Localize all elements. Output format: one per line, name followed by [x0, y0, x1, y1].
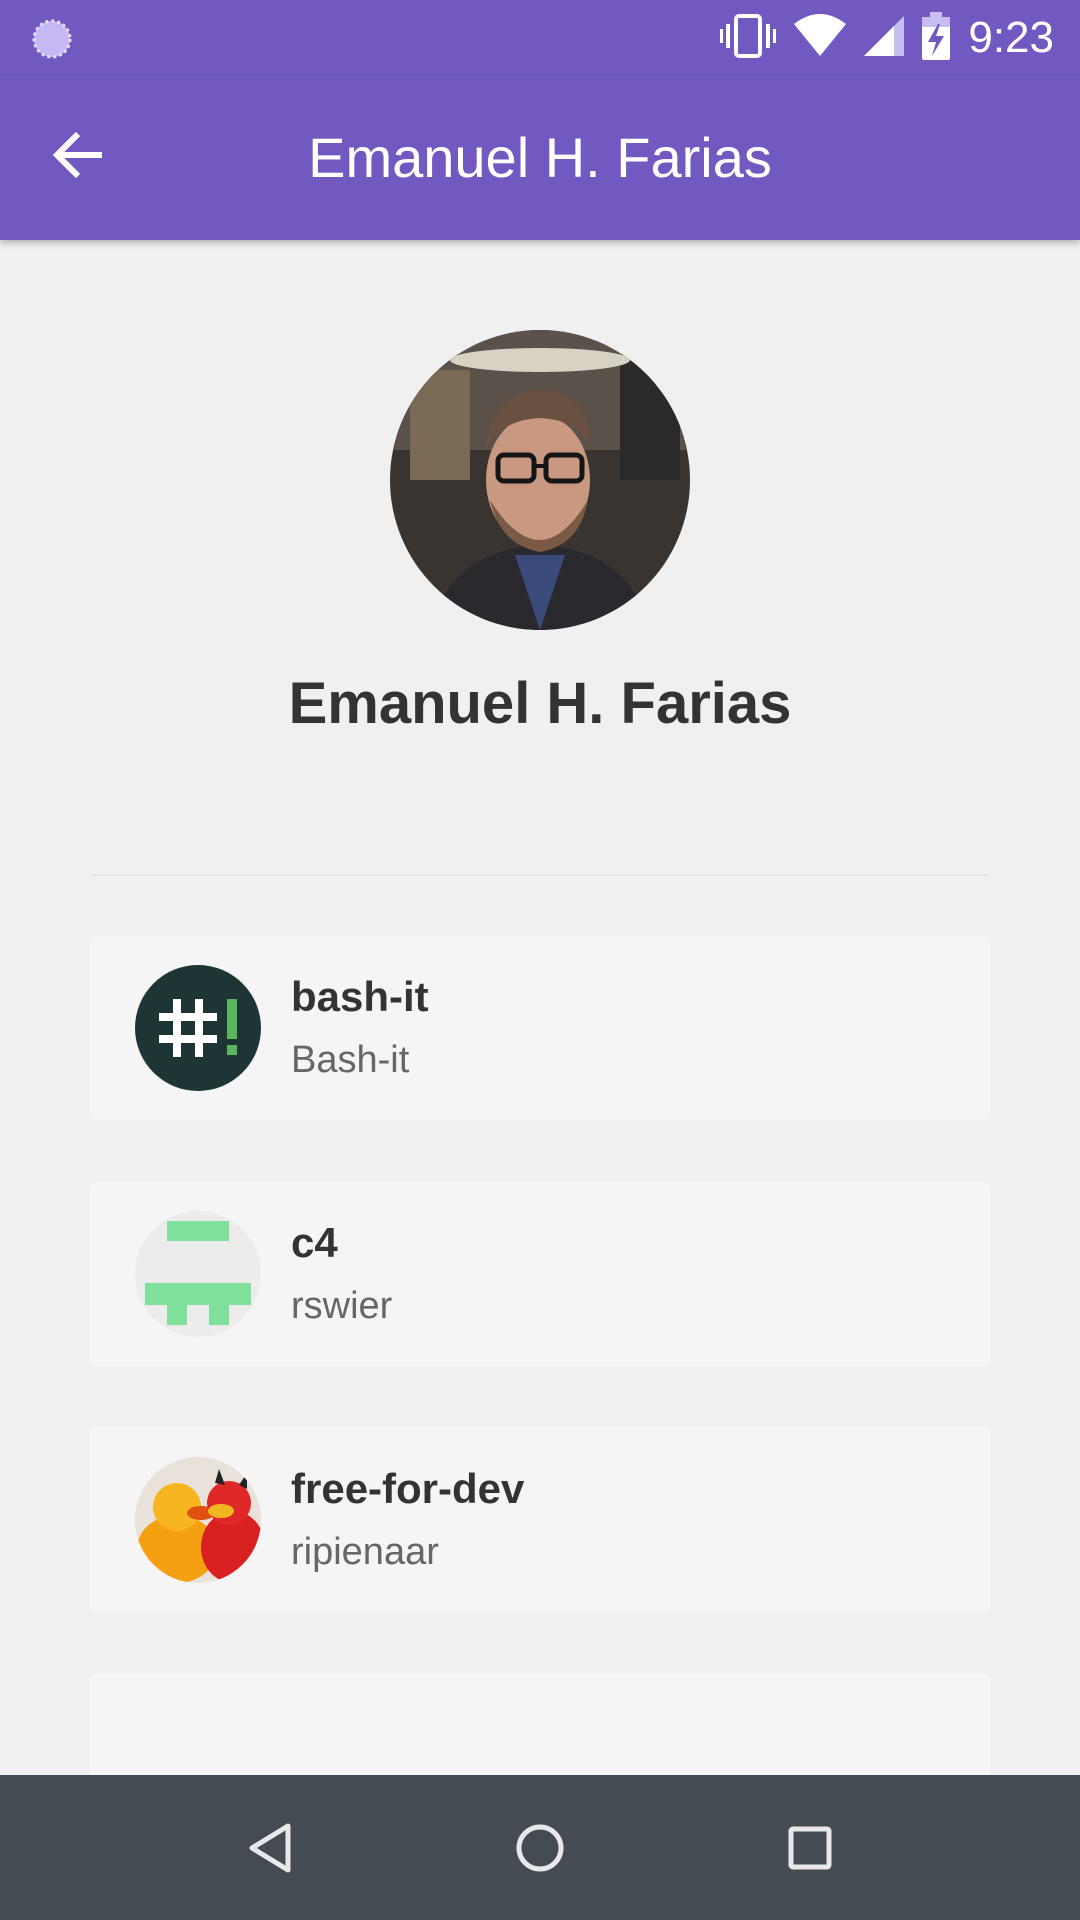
repo-card-c4[interactable]: c4 rswier — [90, 1181, 990, 1366]
repo-owner: rswier — [291, 1285, 393, 1327]
repo-owner: Bash-it — [291, 1039, 410, 1081]
nav-home-icon — [514, 1822, 566, 1879]
profile-content[interactable]: Emanuel H. Farias bash-it Bash-it c4 rsw… — [0, 240, 1080, 1775]
identicon-icon — [135, 1211, 261, 1337]
profile-name: Emanuel H. Farias — [288, 671, 792, 736]
repo-name: c4 — [291, 1219, 338, 1266]
nav-recents-icon — [787, 1825, 833, 1876]
repo-name: free-for-dev — [291, 1465, 525, 1512]
nav-back-button[interactable] — [230, 1810, 310, 1890]
wifi-icon — [794, 13, 847, 63]
divider — [90, 874, 990, 876]
page-title: Emanuel H. Farias — [308, 126, 772, 189]
nav-back-icon — [246, 1822, 294, 1879]
status-time: 9:23 — [968, 13, 1054, 62]
battery-charging-icon — [922, 11, 951, 65]
app-bar: Emanuel H. Farias — [0, 75, 1080, 240]
avatar — [390, 330, 690, 630]
ducks-photo-icon — [135, 1457, 261, 1583]
repo-owner: ripienaar — [291, 1531, 439, 1573]
navigation-bar — [0, 1775, 1080, 1920]
nav-home-button[interactable] — [500, 1810, 580, 1890]
loading-spinner-icon — [30, 17, 74, 61]
status-bar: 9:23 — [0, 0, 1080, 75]
nav-recents-button[interactable] — [770, 1810, 850, 1890]
repo-card-partial[interactable] — [90, 1673, 990, 1775]
repo-card-bash-it[interactable]: bash-it Bash-it — [90, 935, 990, 1120]
repo-name: bash-it — [291, 973, 429, 1020]
cellular-signal-icon — [864, 15, 905, 61]
repo-card-free-for-dev[interactable]: free-for-dev ripienaar — [90, 1427, 990, 1612]
bash-it-logo-icon — [135, 965, 261, 1091]
vibrate-icon — [720, 12, 777, 65]
